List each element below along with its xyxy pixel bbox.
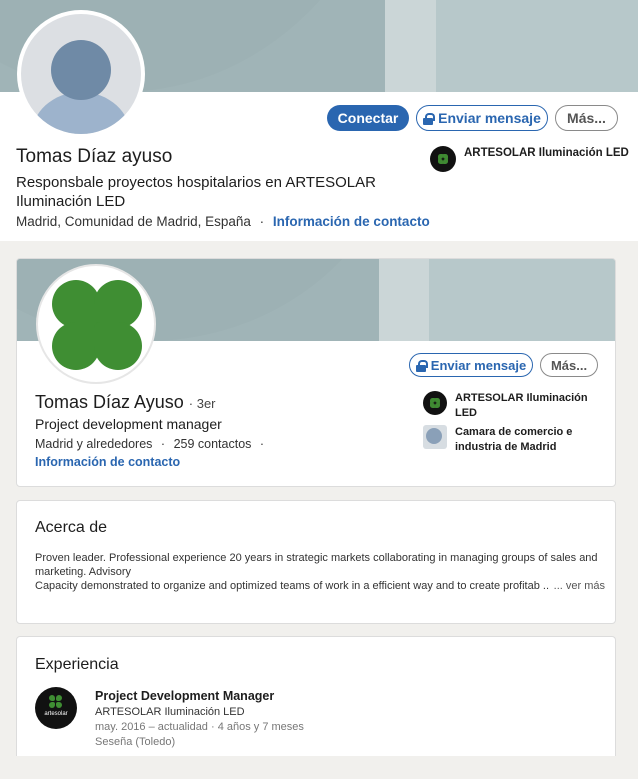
about-card: Acerca de Proven leader. Professional ex…: [16, 500, 616, 624]
send-message-button[interactable]: Enviar mensaje: [409, 353, 533, 377]
more-button[interactable]: Más...: [540, 353, 598, 377]
company-artesolar[interactable]: ARTESOLAR Iluminación LED: [423, 391, 605, 421]
artesolar-logo-icon: [423, 391, 447, 415]
experience-dates: may. 2016 – actualidad · 4 años y 7 mese…: [95, 721, 304, 733]
company-name: ARTESOLAR Iluminación LED: [464, 147, 629, 159]
about-text: Proven leader. Professional experience 2…: [35, 552, 598, 592]
profile-name: Tomas Díaz Ayuso: [35, 392, 184, 412]
company-name: ARTESOLAR Iluminación LED: [455, 392, 588, 419]
current-company[interactable]: ARTESOLAR Iluminación LED: [430, 146, 634, 172]
contact-info-link[interactable]: Información de contacto: [273, 214, 430, 229]
experience-role[interactable]: Project Development Manager: [95, 689, 274, 703]
company-name: Camara de comercio e industria de Madrid: [455, 426, 573, 453]
contacts-count[interactable]: 259 contactos: [174, 437, 252, 451]
connection-degree: 3er: [196, 396, 216, 411]
artesolar-logo-icon: [430, 146, 456, 172]
profile-headline: Project development manager: [35, 416, 222, 432]
profile-location-line: Madrid y alrededores · 259 contactos ·: [35, 437, 265, 451]
profile-card: Enviar mensaje Más... Tomas Díaz Ayuso ·…: [16, 258, 616, 487]
profile-avatar[interactable]: [17, 10, 145, 138]
profile-name: Tomas Díaz ayuso: [16, 146, 173, 167]
connect-button[interactable]: Conectar: [327, 105, 409, 131]
profile-name-line: Tomas Díaz Ayuso · 3er: [35, 392, 216, 412]
lock-icon: [415, 359, 428, 372]
experience-location: Seseña (Toledo): [95, 736, 176, 748]
about-title: Acerca de: [35, 519, 108, 536]
experience-title: Experiencia: [35, 656, 119, 673]
send-message-button[interactable]: Enviar mensaje: [416, 105, 548, 131]
clover-avatar[interactable]: [36, 264, 156, 384]
profile-headline: Responsbale proyectos hospitalarios en A…: [16, 174, 376, 210]
separator: ·: [259, 214, 265, 229]
contact-info-link[interactable]: Información de contacto: [35, 455, 180, 469]
lock-icon: [423, 112, 436, 125]
experience-card: Experiencia artesolar Project Developmen…: [16, 636, 616, 756]
experience-company: ARTESOLAR Iluminación LED: [95, 706, 245, 718]
camara-logo-icon: [423, 425, 447, 449]
company-camara[interactable]: Camara de comercio e industria de Madrid: [423, 425, 605, 455]
profile-location: Madrid y alrededores: [35, 437, 153, 451]
artesolar-logo-icon[interactable]: artesolar: [35, 687, 77, 729]
more-button[interactable]: Más...: [555, 105, 618, 131]
profile-location-line: Madrid, Comunidad de Madrid, España · In…: [16, 214, 430, 229]
see-more-link[interactable]: ... ver más: [549, 580, 605, 592]
profile-location: Madrid, Comunidad de Madrid, España: [16, 214, 251, 229]
